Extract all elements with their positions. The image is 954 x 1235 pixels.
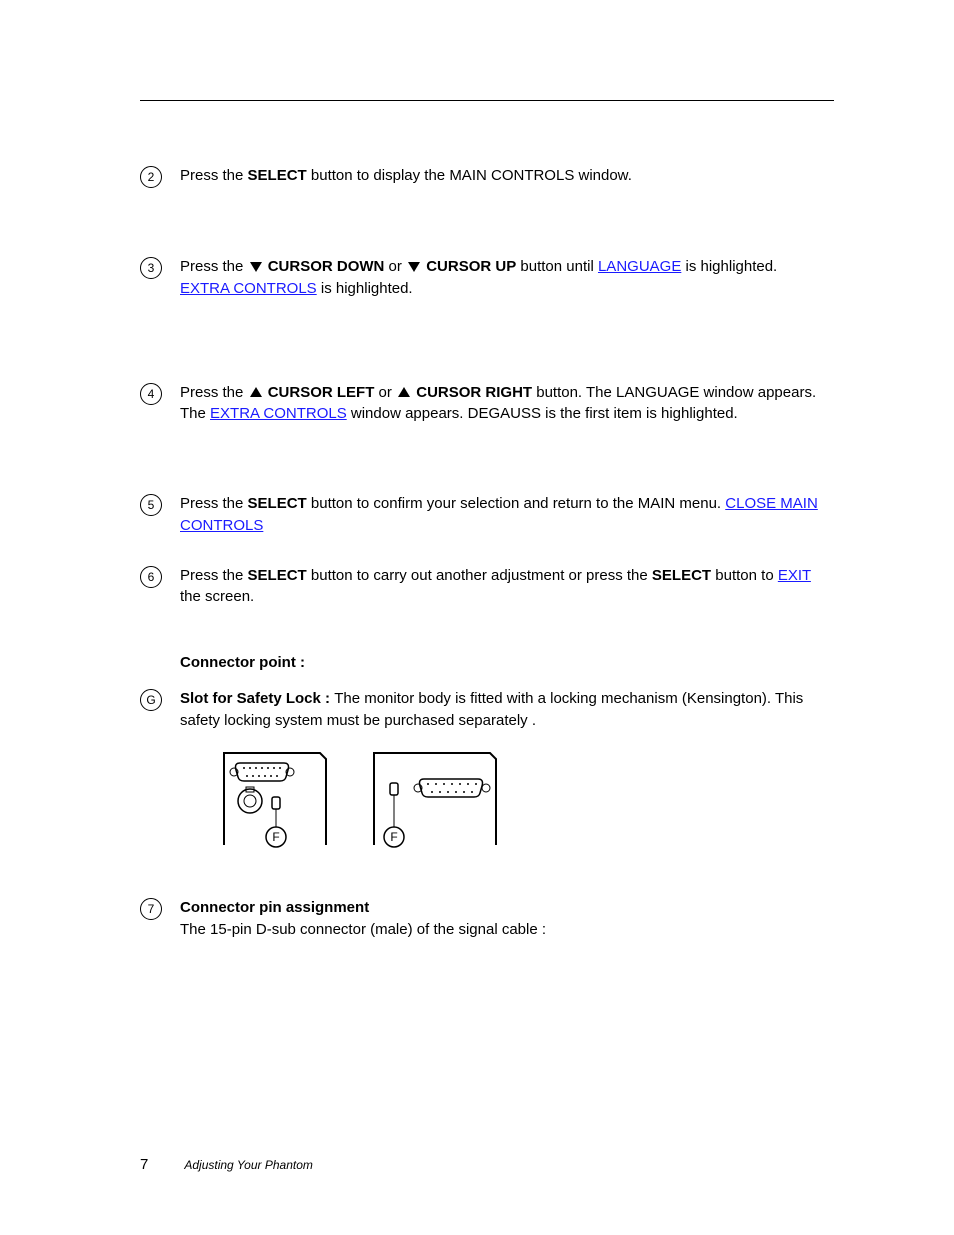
step-6-bold-a: SELECT — [248, 567, 307, 584]
step-number-4: 4 — [140, 383, 162, 405]
step-2-lead: Press the — [180, 167, 248, 184]
step-3-mid: or — [384, 258, 406, 275]
step-3-bold-b: CURSOR UP — [422, 258, 516, 275]
step-4: 4 Press the CURSOR LEFT or CURSOR RIGHT … — [140, 382, 834, 426]
step-7-body: Connector pin assignment The 15-pin D-su… — [180, 897, 834, 941]
step-5-tail: button to confirm your selection and ret… — [307, 495, 721, 512]
step-3: 3 Press the CURSOR DOWN or CURSOR UP but… — [140, 256, 834, 300]
step-4-line2-post: window appears. DEGAUSS is the first ite… — [347, 405, 738, 422]
step-6-bold-b: SELECT — [652, 567, 711, 584]
step-4-tail: button. — [532, 384, 586, 401]
step-g: G Slot for Safety Lock : The monitor bod… — [140, 688, 834, 732]
step-number-3: 3 — [140, 257, 162, 279]
page-footer: 7 Adjusting Your Phantom — [140, 1156, 313, 1173]
step-2: 2 Press the SELECT button to display the… — [140, 165, 834, 188]
cursor-up-icon-2 — [398, 387, 410, 397]
step-g-body: Slot for Safety Lock : The monitor body … — [180, 688, 834, 732]
step-3-bold-a: CURSOR DOWN — [264, 258, 385, 275]
step-7-lead: Connector pin assignment — [180, 899, 369, 916]
connector-diagrams: F F — [220, 749, 834, 859]
step-4-bold-b: CURSOR RIGHT — [412, 384, 532, 401]
connector-panel-1: F — [220, 749, 330, 859]
step-3-postlink: is highlighted. — [681, 258, 777, 275]
cursor-down-icon-2 — [408, 262, 420, 272]
step-3-lead: Press the — [180, 258, 248, 275]
step-4-body: Press the CURSOR LEFT or CURSOR RIGHT bu… — [180, 382, 834, 426]
step-number-5: 5 — [140, 494, 162, 516]
diagram-label-f2: F — [390, 830, 397, 844]
step-7-tail: The 15-pin D-sub connector (male) of the… — [180, 921, 546, 938]
step-6-mid: button to carry out another adjustment o… — [307, 567, 652, 584]
step-3-postlink2: is highlighted. — [317, 280, 413, 297]
step-4-mid: or — [374, 384, 396, 401]
connector-point-heading: Connector point : — [180, 652, 834, 674]
step-3-tail: button until — [516, 258, 598, 275]
step-label-g: G — [140, 689, 162, 711]
footer-page-number: 7 — [140, 1156, 148, 1173]
step-6: 6 Press the SELECT button to carry out a… — [140, 565, 834, 609]
step-number-6: 6 — [140, 566, 162, 588]
step-7: 7 Connector pin assignment The 15-pin D-… — [140, 897, 834, 941]
step-4-bold-a: CURSOR LEFT — [264, 384, 375, 401]
step-5-body: Press the SELECT button to confirm your … — [180, 493, 834, 537]
step-6-post: button to — [711, 567, 778, 584]
step-4-linkpre: The LANGUAGE window appears. — [586, 384, 816, 401]
link-extra-controls-2[interactable]: EXTRA CONTROLS — [210, 405, 347, 422]
step-3-body: Press the CURSOR DOWN or CURSOR UP butto… — [180, 256, 834, 300]
cursor-down-icon — [250, 262, 262, 272]
step-5-lead: Press the — [180, 495, 248, 512]
step-2-tail: button to display the MAIN CONTROLS wind… — [307, 167, 632, 184]
link-exit[interactable]: EXIT — [778, 567, 811, 584]
step-4-lead: Press the — [180, 384, 248, 401]
footer-caption: Adjusting Your Phantom — [184, 1158, 313, 1172]
step-number-7: 7 — [140, 898, 162, 920]
step-number-2: 2 — [140, 166, 162, 188]
step-6-pre: Press the — [180, 567, 248, 584]
step-4-line2-pre: The — [180, 405, 210, 422]
step-5-bold: SELECT — [248, 495, 307, 512]
step-6-postlink: the screen. — [180, 588, 254, 605]
step-g-lead: Slot for Safety Lock : — [180, 690, 334, 707]
connector-panel-2: F — [370, 749, 500, 859]
link-language[interactable]: LANGUAGE — [598, 258, 681, 275]
step-2-body: Press the SELECT button to display the M… — [180, 165, 834, 187]
cursor-up-icon — [250, 387, 262, 397]
step-6-body: Press the SELECT button to carry out ano… — [180, 565, 834, 609]
step-5: 5 Press the SELECT button to confirm you… — [140, 493, 834, 537]
link-extra-controls-1[interactable]: EXTRA CONTROLS — [180, 280, 317, 297]
step-2-bold: SELECT — [248, 167, 307, 184]
diagram-label-f1: F — [272, 830, 279, 844]
